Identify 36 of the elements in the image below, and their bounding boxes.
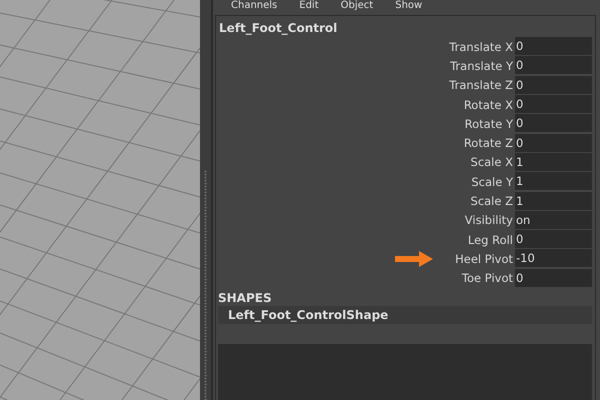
attribute-label: Visibility	[464, 213, 514, 228]
node-title: Left_Foot_Control	[218, 20, 338, 37]
menu-item[interactable]: Object	[340, 0, 374, 11]
attribute-label: Scale Z	[470, 194, 514, 208]
attribute-label: Scale Y	[471, 174, 514, 189]
section-heading: SHAPES	[218, 290, 273, 306]
attribute-label: Rotate Y	[464, 116, 514, 131]
attribute-field[interactable]: -10	[515, 249, 592, 268]
attribute-label: Translate Z	[449, 78, 514, 92]
attribute-label: Toe Pivot	[462, 271, 514, 286]
attribute-field[interactable]: 1	[515, 152, 592, 171]
attribute-label: Rotate Z	[464, 136, 514, 150]
attribute-field[interactable]: 0	[515, 230, 592, 248]
attribute-label: Heel Pivot	[455, 252, 514, 266]
attribute-field[interactable]: on	[515, 210, 592, 229]
menu-item[interactable]: Show	[395, 0, 422, 11]
attribute-label: Translate Y	[450, 58, 514, 73]
attribute-label: Rotate X	[464, 98, 514, 112]
attribute-field[interactable]: 0	[515, 95, 592, 114]
attribute-field[interactable]: 0	[515, 114, 592, 132]
attribute-label: Leg Roll	[468, 232, 514, 247]
attribute-field[interactable]: 0	[515, 56, 592, 74]
attribute-label: Translate X	[449, 40, 514, 54]
attribute-field[interactable]: 0	[515, 37, 592, 56]
grip-handle[interactable]	[204, 170, 207, 400]
attribute-field[interactable]: 0	[515, 268, 592, 287]
shape-item[interactable]: Left_Foot_ControlShape	[218, 306, 592, 324]
panel-splitter[interactable]	[200, 0, 213, 400]
attribute-field[interactable]: 1	[515, 172, 592, 190]
attribute-field[interactable]: 0	[515, 134, 592, 152]
viewport-grid[interactable]	[0, 0, 200, 400]
attribute-label: Scale X	[470, 155, 514, 170]
attribute-field[interactable]: 1	[515, 192, 592, 210]
menu-item[interactable]: Channels	[231, 0, 278, 11]
attribute-field[interactable]: 0	[515, 76, 592, 94]
menu-item[interactable]: Edit	[299, 0, 319, 11]
